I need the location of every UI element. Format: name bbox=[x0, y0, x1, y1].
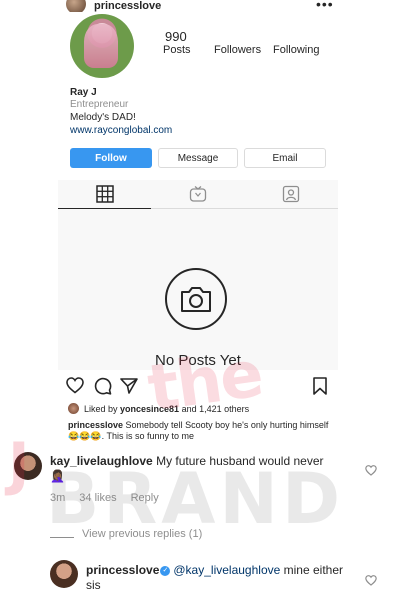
liked-by-suffix: and 1,421 others bbox=[179, 404, 250, 414]
mention-link[interactable]: @kay_livelaughlove bbox=[173, 563, 280, 577]
profile-website-link[interactable]: www.rayconglobal.com bbox=[70, 125, 172, 136]
verified-icon: ✓ bbox=[160, 565, 171, 576]
comment-username[interactable]: princesslove bbox=[86, 563, 159, 577]
followers-label[interactable]: Followers bbox=[214, 44, 261, 56]
heart-icon[interactable] bbox=[365, 573, 377, 591]
profile-bio: Melody's DAD! bbox=[70, 112, 136, 123]
bookmark-icon[interactable] bbox=[312, 377, 328, 400]
empty-state-text: No Posts Yet bbox=[155, 352, 241, 369]
liked-by-avatar[interactable] bbox=[68, 403, 79, 414]
post-username[interactable]: princesslove bbox=[94, 0, 161, 12]
following-label[interactable]: Following bbox=[273, 44, 319, 56]
tagged-icon[interactable] bbox=[281, 184, 301, 204]
heart-icon[interactable] bbox=[365, 463, 377, 481]
liked-by-user[interactable]: yoncesince81 bbox=[120, 404, 179, 414]
follow-button[interactable]: Follow bbox=[70, 148, 152, 168]
avatar[interactable] bbox=[14, 452, 42, 480]
caption-username[interactable]: princesslove bbox=[68, 420, 123, 430]
heart-icon[interactable] bbox=[66, 377, 84, 399]
comment-text: kay_livelaughlove My future husband woul… bbox=[50, 454, 340, 484]
profile-name: Ray J bbox=[70, 87, 97, 98]
liked-by-prefix: Liked by bbox=[84, 404, 121, 414]
comment-likes[interactable]: 34 likes bbox=[79, 492, 116, 504]
email-button[interactable]: Email bbox=[244, 148, 326, 168]
posts-count: 990 bbox=[165, 29, 187, 44]
grid-icon[interactable] bbox=[95, 184, 115, 204]
reply-button[interactable]: Reply bbox=[131, 492, 159, 504]
comment-text: princesslove ✓ @kay_livelaughlove mine eit… bbox=[86, 563, 346, 593]
comment-username[interactable]: kay_livelaughlove bbox=[50, 454, 153, 468]
active-tab-indicator bbox=[58, 208, 151, 209]
igtv-icon[interactable] bbox=[188, 184, 208, 204]
share-icon[interactable] bbox=[120, 377, 138, 400]
message-button[interactable]: Message bbox=[158, 148, 238, 168]
liked-by-text[interactable]: Liked by yoncesince81 and 1,421 others bbox=[84, 404, 249, 414]
comment-meta: 3m 34 likes Reply bbox=[50, 492, 173, 504]
view-replies-link[interactable]: View previous replies (1) bbox=[82, 528, 202, 540]
more-icon[interactable]: ••• bbox=[316, 0, 334, 12]
comment-icon[interactable] bbox=[94, 377, 112, 400]
post-caption: princesslove Somebody tell Scooty boy he… bbox=[68, 420, 338, 442]
profile-category: Entrepreneur bbox=[70, 99, 129, 110]
camera-icon bbox=[165, 268, 227, 330]
replies-divider bbox=[50, 537, 74, 538]
posts-label[interactable]: Posts bbox=[163, 44, 191, 56]
avatar[interactable] bbox=[50, 560, 78, 588]
profile-picture[interactable] bbox=[70, 14, 134, 78]
comment-time: 3m bbox=[50, 492, 66, 504]
